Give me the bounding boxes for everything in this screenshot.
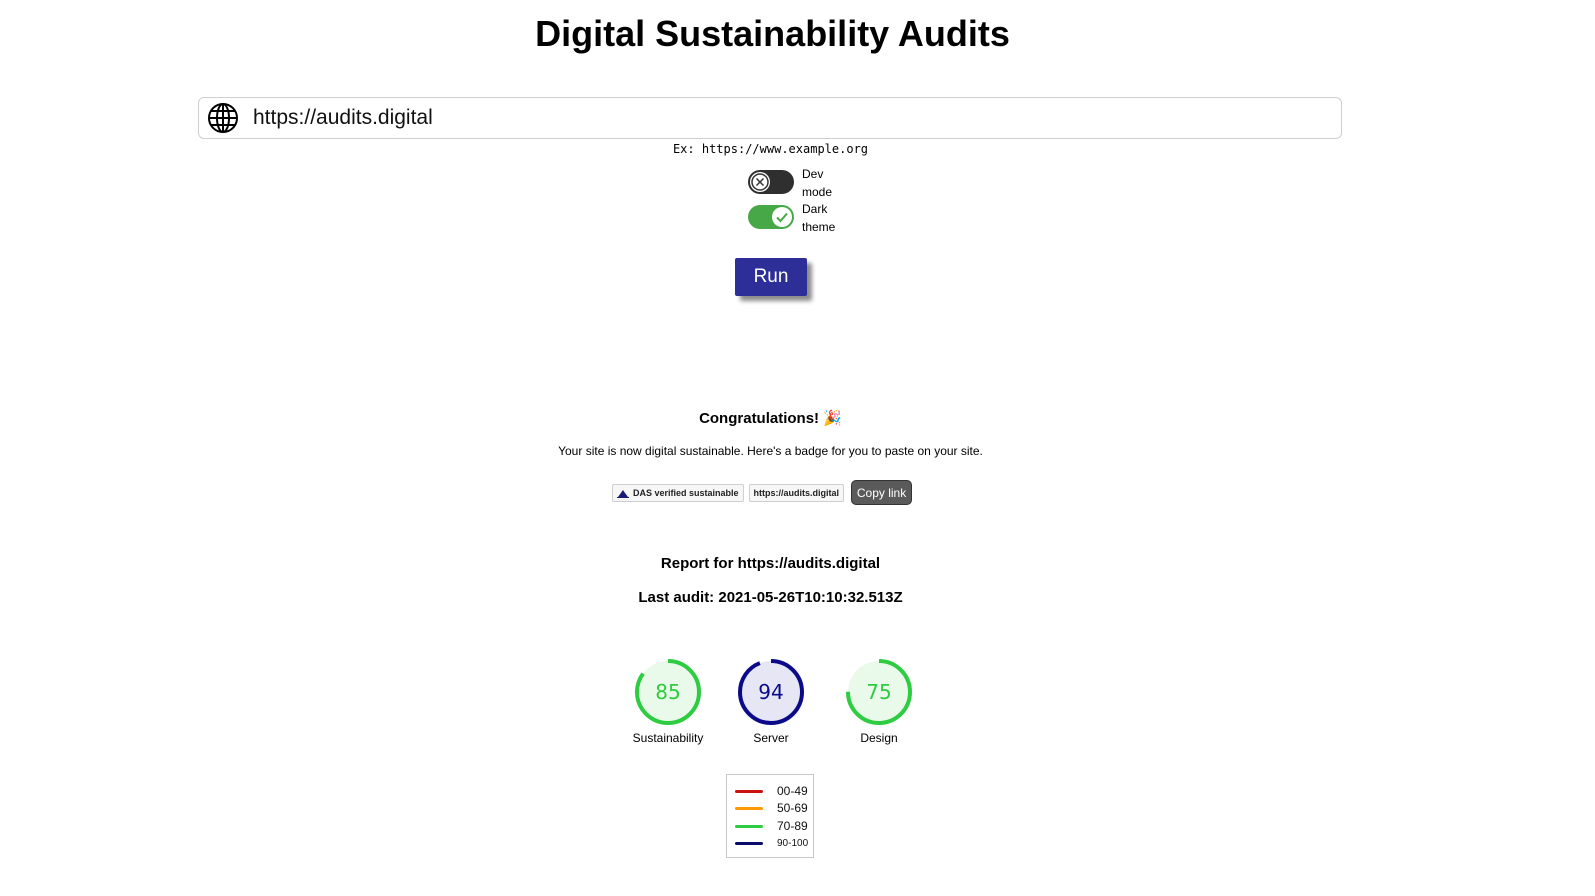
page-title: Digital Sustainability Audits	[535, 13, 1010, 54]
gauge-ring: 94	[738, 659, 804, 725]
gauge-label: Sustainability	[632, 731, 704, 745]
congrats-heading: Congratulations! 🎉	[0, 410, 1541, 428]
dev-mode-label: Dev mode	[802, 167, 833, 199]
legend-swatch	[735, 806, 763, 810]
dark-theme-toggle-row: Dark theme	[748, 200, 848, 236]
run-button[interactable]: Run	[735, 258, 807, 296]
url-input[interactable]	[253, 103, 1341, 133]
legend-item: 50-69	[735, 799, 808, 817]
url-example-hint: Ex: https://www.example.org	[672, 142, 869, 156]
legend-range: 70-89	[777, 819, 808, 833]
legend-item: 00-49	[735, 782, 808, 800]
gauge-value: 85	[655, 680, 680, 704]
gauge-ring: 85	[635, 659, 701, 725]
score-legend: 00-49 50-69 70-89 90-100	[726, 774, 814, 858]
dev-mode-toggle[interactable]	[748, 170, 794, 194]
legend-item: 70-89	[735, 817, 808, 835]
party-popper-icon: 🎉	[823, 410, 842, 427]
badge-url: https://audits.digital	[748, 483, 845, 502]
gauge-label: Server	[753, 731, 789, 745]
legend-swatch	[735, 789, 763, 793]
legend-swatch	[735, 841, 763, 845]
dark-theme-label: Dark theme	[802, 202, 836, 234]
checkmark-icon	[776, 212, 788, 223]
gauge-ring: 75	[846, 659, 912, 725]
report-title: Report for https://audits.digital	[660, 555, 881, 572]
copy-link-button[interactable]: Copy link	[851, 480, 913, 505]
sustainability-gauge: 85 Sustainability	[623, 657, 713, 746]
congrats-message: Your site is now digital sustainable. He…	[558, 444, 983, 458]
design-gauge: 75 Design	[834, 657, 924, 746]
toggle-knob	[750, 172, 770, 192]
congrats-text: Congratulations!	[699, 410, 820, 427]
url-field[interactable]	[198, 97, 1342, 139]
das-logo-icon	[617, 488, 629, 498]
legend-range: 50-69	[777, 801, 808, 815]
gauge-value: 75	[866, 680, 891, 704]
legend-swatch	[735, 824, 763, 828]
server-gauge: 94 Server	[726, 657, 816, 746]
legend-range: 00-49	[777, 784, 808, 798]
sustainability-badge: DAS verified sustainable	[612, 483, 744, 502]
toggle-knob	[772, 207, 792, 227]
gauge-label: Design	[860, 731, 898, 745]
gauge-value: 94	[758, 680, 783, 704]
dark-theme-toggle[interactable]	[748, 205, 794, 229]
legend-range: 90-100	[777, 837, 809, 849]
legend-item: 90-100	[735, 834, 808, 852]
badge-text: DAS verified sustainable	[633, 487, 739, 498]
close-icon	[751, 173, 769, 191]
dev-mode-toggle-row: Dev mode	[748, 165, 848, 201]
last-audit: Last audit: 2021-05-26T10:10:32.513Z	[638, 589, 903, 606]
badge-row: DAS verified sustainable https://audits.…	[612, 480, 913, 505]
globe-icon	[207, 102, 239, 134]
